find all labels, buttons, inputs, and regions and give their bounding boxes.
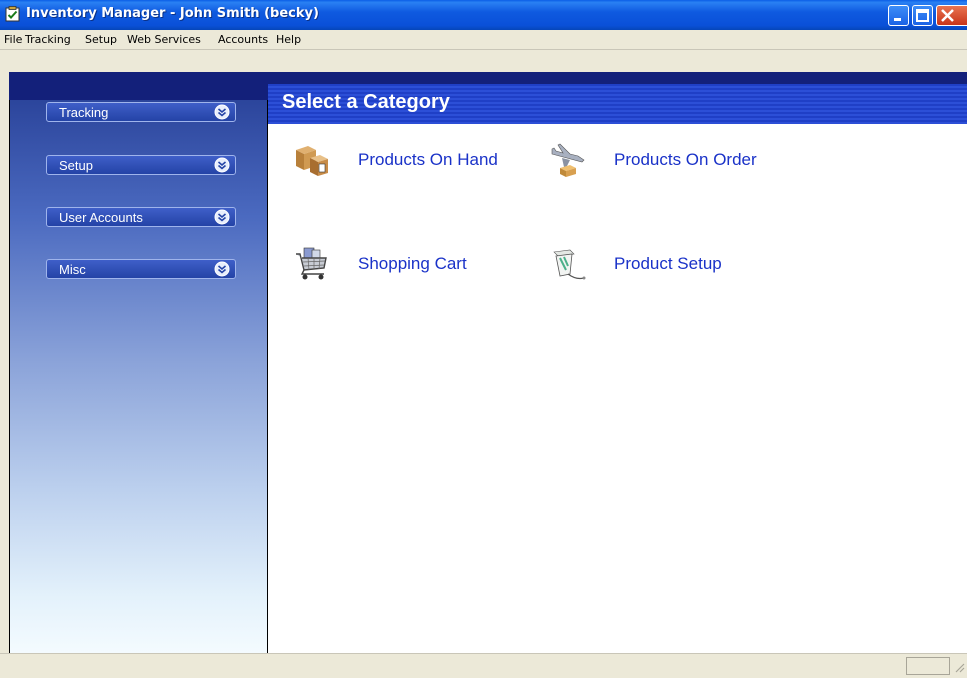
minimize-icon [894,18,901,21]
chevron-down-circle-icon [214,157,230,173]
page-title: Select a Category [282,91,450,113]
toolbar-spacer [0,50,967,72]
sidebar-item-label: Tracking [59,105,109,120]
category-product-setup[interactable]: Product Setup [548,244,808,284]
boxes-icon [296,146,328,176]
window-title: Inventory Manager - John Smith (becky) [26,6,319,21]
menu-file[interactable]: File [4,33,22,46]
category-label: Product Setup [614,254,722,273]
category-label: Products On Order [614,150,757,169]
menu-setup[interactable]: Setup [85,33,117,46]
airplane-package-icon [551,143,585,177]
sidebar-item-misc[interactable]: Misc [46,259,236,279]
menu-help[interactable]: Help [276,33,301,46]
chevron-down-circle-icon [214,261,230,277]
maximize-button[interactable] [912,5,933,26]
sidebar-item-label: User Accounts [59,210,143,225]
status-bar [0,653,967,678]
product-box-icon [553,249,586,280]
category-shopping-cart[interactable]: Shopping Cart [292,244,532,284]
header-top-band [268,72,967,84]
menu-tracking[interactable]: Tracking [25,33,71,46]
sidebar-item-label: Misc [59,262,86,277]
sidebar-item-user-accounts[interactable]: User Accounts [46,207,236,227]
sidebar-item-setup[interactable]: Setup [46,155,236,175]
sidebar-top-band [9,72,268,100]
close-button[interactable] [936,5,967,26]
minimize-button[interactable] [888,5,909,26]
shopping-cart-icon [296,247,327,280]
category-products-on-hand[interactable]: Products On Hand [292,140,532,180]
left-frame [0,50,9,653]
chevron-down-circle-icon [214,209,230,225]
maximize-icon [916,9,929,22]
sidebar-item-tracking[interactable]: Tracking [46,102,236,122]
status-panel [906,657,950,675]
title-bar[interactable]: Inventory Manager - John Smith (becky) [0,0,967,30]
menu-bar: File Tracking Setup Web Services Account… [0,30,967,50]
clipboard-check-icon [5,6,20,22]
category-label: Products On Hand [358,150,498,169]
sidebar-item-label: Setup [59,158,93,173]
category-label: Shopping Cart [358,254,467,273]
category-products-on-order[interactable]: Products On Order [548,140,808,180]
close-icon [941,9,954,22]
chevron-down-circle-icon [214,104,230,120]
menu-accounts[interactable]: Accounts [218,33,268,46]
resize-grip-icon[interactable] [952,660,966,674]
menu-web-services[interactable]: Web Services [127,33,201,46]
